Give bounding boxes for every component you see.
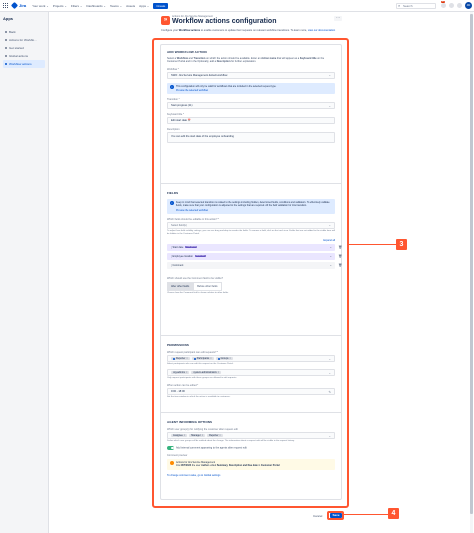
jira-logo-mark [10,1,19,10]
search-icon: ⌕ [398,3,401,8]
app-icon [5,39,7,41]
nav-dashboards[interactable]: Dashboards ⌄ [86,4,106,8]
callout-connector [344,514,388,515]
nav-apps[interactable]: Apps ⌄ [139,4,149,8]
sidebar-item-label: Global actions [9,54,29,58]
sidebar-item-app[interactable]: Actions for Workflo… [3,36,45,44]
sidebar-item-label: Back [9,30,16,34]
intro-bold: Workflow actions [178,29,201,32]
notification-badge: 9+ [441,1,446,3]
app-switcher-icon[interactable] [3,2,9,9]
create-button[interactable]: Create [153,2,169,9]
rocket-icon [5,47,7,49]
search-input[interactable]: ⌕ Search [396,3,436,9]
callout-connector [349,244,396,245]
notifications-icon[interactable] [441,3,446,8]
sidebar-item-label: Workflow actions [9,62,32,66]
globe-icon [5,55,7,57]
more-actions-button[interactable]: ··· [334,16,342,21]
highlight-frame-form [152,38,349,508]
back-icon [5,31,7,33]
sidebar-item-back[interactable]: Back [3,28,45,36]
app-logo-icon: » [161,16,170,25]
cancel-button[interactable]: Cancel [310,513,325,519]
page-title: Workflow actions configuration [172,18,277,25]
sidebar-title: Apps [3,16,13,21]
jira-logo[interactable]: Jira [10,1,27,10]
nav-assets[interactable]: Assets [126,4,135,8]
nav-teams[interactable]: Teams ⌄ [110,4,122,8]
nav-projects[interactable]: Projects ⌄ [53,4,67,8]
search-placeholder: Search [403,4,413,8]
sidebar-item-label: Get started [9,46,24,50]
callout-badge-3: 3 [396,239,407,250]
sidebar-item-get-started[interactable]: Get started [3,44,45,52]
workflow-icon [5,63,7,65]
intro-text: Configure your [161,29,179,32]
callout-badge-4: 4 [388,508,399,519]
page-intro: Configure your Workflow actions to enabl… [161,29,351,33]
sidebar-item-global-actions[interactable]: Global actions [3,52,45,60]
page-scrollbar[interactable] [470,14,473,514]
help-icon[interactable] [449,3,454,8]
sidebar-item-label: Actions for Workflo… [9,38,38,42]
settings-icon[interactable] [457,3,462,8]
sidebar-item-workflow-actions[interactable]: Workflow actions [3,60,45,68]
save-button[interactable]: Save [330,513,342,518]
user-avatar[interactable]: JD [465,2,472,9]
sidebar: Apps Back Actions for Workflo… Get start… [0,12,49,533]
nav-filters[interactable]: Filters ⌄ [71,4,83,8]
jira-logo-text: Jira [19,3,27,8]
documentation-link[interactable]: view our documentation [308,29,335,32]
intro-text: to enable customers to update their requ… [200,29,308,32]
nav-your-work[interactable]: Your work ⌄ [32,4,49,8]
